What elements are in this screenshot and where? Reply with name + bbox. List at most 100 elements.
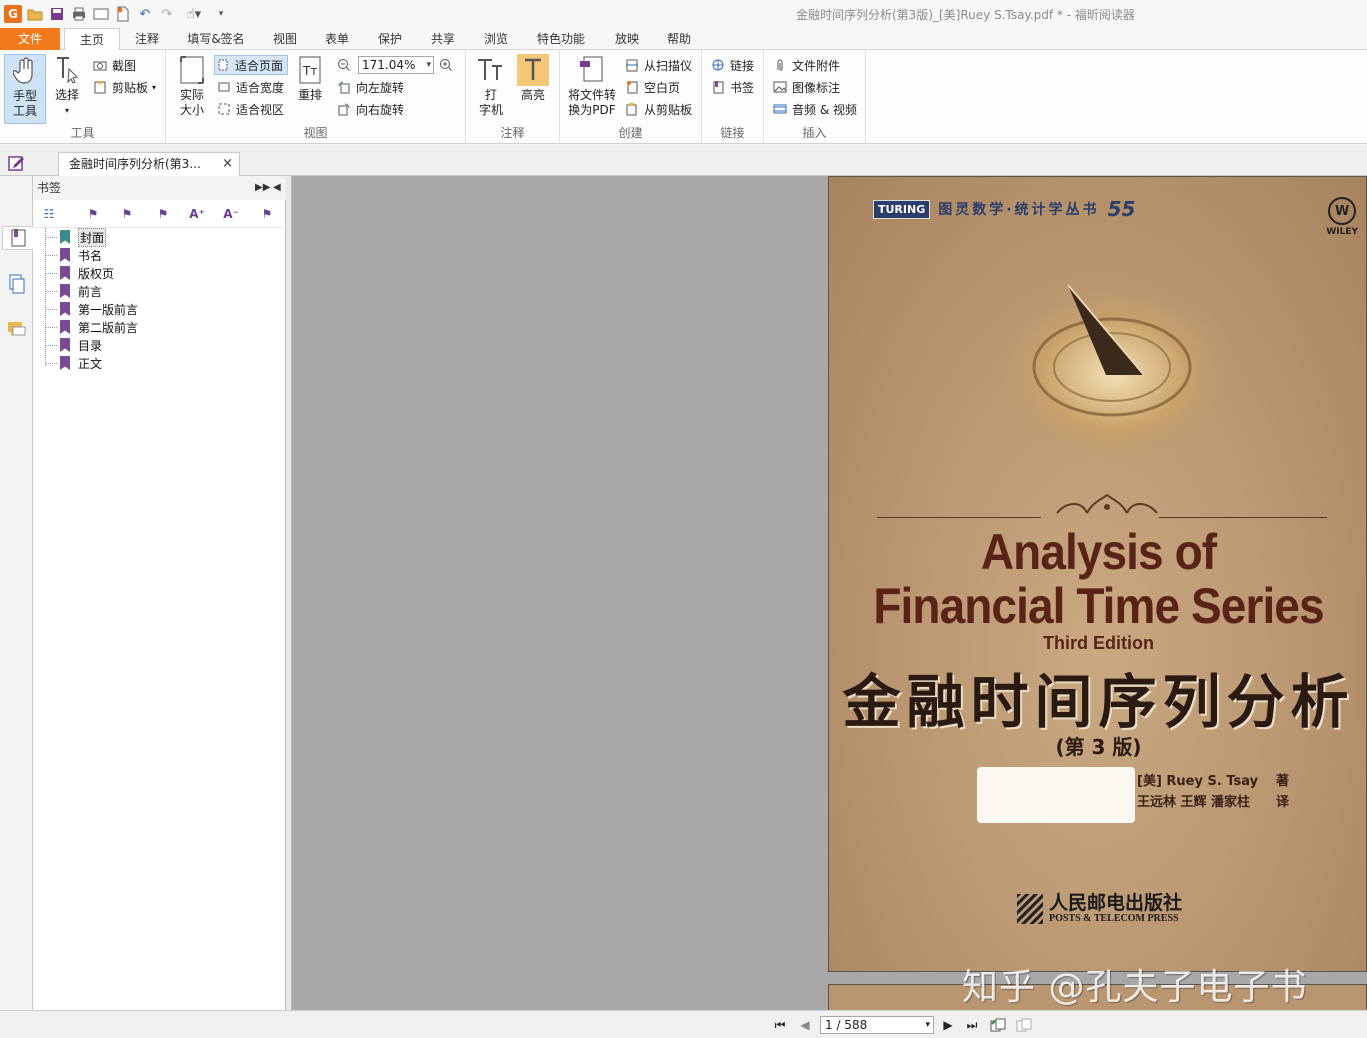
ribbon-group-create: 将文件转 换为PDF 从扫描仪 空白页 从剪贴板 创建 (560, 50, 702, 144)
previous-view-icon[interactable] (990, 1017, 1006, 1033)
redo-icon[interactable]: ↷ (158, 5, 176, 23)
bookmark-delete-icon[interactable]: ⚑ (83, 205, 103, 223)
tab-comment[interactable]: 注释 (124, 28, 170, 50)
screenshot-button[interactable]: 截图 (92, 55, 136, 75)
comments-panel-icon[interactable] (6, 318, 28, 342)
fit-page-button[interactable]: 适合页面 (214, 55, 289, 75)
undo-icon[interactable]: ↶ (136, 5, 154, 23)
highlight-label: 高亮 (520, 88, 545, 102)
screen-icon[interactable] (92, 5, 110, 23)
tab-fill-sign[interactable]: 填写&签名 (180, 28, 252, 50)
hand-tool-button[interactable]: 手型 工具 (4, 54, 46, 124)
bookmark-item[interactable]: 书名 (45, 246, 102, 264)
bookmarks-panel-icon[interactable] (2, 226, 34, 250)
zoom-in-icon (438, 57, 454, 73)
first-page-icon[interactable]: ⏮ (772, 1017, 788, 1033)
customize-toolbar-icon[interactable]: ▾ (212, 5, 230, 23)
divider-left (877, 517, 1041, 518)
font-decrease-icon[interactable]: A⁻ (221, 205, 241, 223)
document-tab-label: 金融时间序列分析(第3... (69, 157, 201, 171)
group-title-tools: 工具 (70, 126, 95, 140)
from-clipboard-button[interactable]: 从剪贴板 (624, 99, 692, 119)
bookmark-label: 前言 (78, 284, 103, 299)
bookmark-add-child-icon[interactable]: ⚑ (117, 205, 137, 223)
audio-video-button[interactable]: 音频 & 视频 (772, 99, 857, 119)
clipboard-button[interactable]: 剪贴板 ▾ (92, 77, 156, 97)
bookmark-find-icon[interactable]: ⚑ (257, 205, 277, 223)
file-attachment-label: 文件附件 (792, 58, 841, 73)
save-icon[interactable] (48, 5, 66, 23)
bookmark-item[interactable]: 正文 (45, 354, 102, 372)
bookmark-panel-header: 书签 ▶▶ ◀ (33, 176, 286, 200)
tab-share[interactable]: 共享 (420, 28, 466, 50)
bookmark-item[interactable]: 目录 (45, 336, 102, 354)
navigation-strip (0, 176, 34, 1010)
next-view-icon[interactable] (1016, 1017, 1032, 1033)
tab-home[interactable]: 主页 (64, 28, 120, 51)
fit-width-button[interactable]: 适合宽度 (216, 77, 284, 97)
bookmark-icon (60, 284, 70, 298)
hand-dropdown-icon[interactable]: ☝▾ (180, 5, 208, 23)
foxit-logo-icon[interactable]: G (4, 5, 22, 23)
pages-panel-icon[interactable] (6, 272, 28, 296)
bookmark-label: 目录 (78, 338, 103, 353)
rotate-left-icon (336, 79, 352, 95)
collapse-panel-icon[interactable]: ◀ (273, 176, 281, 200)
highlight-button[interactable]: 高亮 (516, 54, 550, 124)
close-tab-icon[interactable]: × (222, 153, 233, 175)
bookmark-icon (60, 320, 70, 334)
open-folder-icon[interactable] (26, 5, 44, 23)
actual-size-button[interactable]: 实际 大小 (174, 54, 210, 124)
zoom-in-button[interactable] (438, 55, 454, 75)
rotate-left-button[interactable]: 向左旋转 (336, 77, 404, 97)
zoom-dropdown-icon[interactable]: ▾ (426, 57, 431, 73)
tab-slideshow[interactable]: 放映 (604, 28, 650, 50)
bookmark-item[interactable]: 第一版前言 (45, 300, 138, 318)
image-annotation-button[interactable]: 图像标注 (772, 77, 840, 97)
bookmark-label: 版权页 (78, 266, 115, 281)
fit-visible-button[interactable]: 适合视区 (216, 99, 284, 119)
fit-width-icon (216, 79, 232, 95)
font-increase-icon[interactable]: A⁺ (187, 205, 207, 223)
bookmark-item[interactable]: 版权页 (45, 264, 114, 282)
tab-form[interactable]: 表单 (314, 28, 360, 50)
document-viewer[interactable]: TURING 图灵数学·统计学丛书 55 W WILEY Analysis of… (292, 176, 1367, 1010)
turing-logo: TURING (873, 199, 931, 219)
file-attachment-button[interactable]: 文件附件 (772, 55, 840, 75)
from-scanner-button[interactable]: 从扫描仪 (624, 55, 692, 75)
tab-view[interactable]: 视图 (262, 28, 308, 50)
bookmark-options-icon[interactable]: ☷ (39, 205, 59, 223)
page-number-input[interactable]: 1 / 588 ▾ (820, 1016, 934, 1034)
bookmark-item[interactable]: 前言 (45, 282, 102, 300)
zoom-out-button[interactable] (336, 55, 352, 75)
reflow-button[interactable]: Tт 重排 (294, 54, 326, 124)
page-dropdown-icon[interactable]: ▾ (925, 1017, 930, 1033)
pen-edit-icon[interactable] (8, 155, 26, 171)
blank-page-button[interactable]: 空白页 (624, 77, 680, 97)
bookmark-item[interactable]: 第二版前言 (45, 318, 138, 336)
tab-browse[interactable]: 浏览 (473, 28, 519, 50)
tab-protect[interactable]: 保护 (367, 28, 413, 50)
document-tab[interactable]: 金融时间序列分析(第3... × (58, 152, 240, 176)
actual-size-icon (176, 54, 208, 86)
expand-panel-icon[interactable]: ▶▶ (255, 176, 270, 200)
print-icon[interactable] (70, 5, 88, 23)
scanner-icon (624, 57, 640, 73)
clipboard-icon (92, 79, 108, 95)
bookmark-item[interactable]: 封面 (45, 227, 107, 247)
rotate-right-button[interactable]: 向右旋转 (336, 99, 404, 119)
tab-file[interactable]: 文件 (0, 28, 60, 50)
tab-features[interactable]: 特色功能 (530, 28, 592, 50)
last-page-icon[interactable]: ⏭ (964, 1017, 980, 1033)
typewriter-button[interactable]: 打 字机 (474, 54, 508, 124)
tab-help[interactable]: 帮助 (656, 28, 702, 50)
bookmark-goto-icon[interactable]: ⚑ (153, 205, 173, 223)
select-tool-button[interactable]: 选择 ▾ (50, 54, 84, 124)
link-button[interactable]: 链接 (710, 55, 754, 75)
new-document-icon[interactable] (114, 5, 132, 23)
next-page-icon[interactable]: ▶ (940, 1017, 956, 1033)
zoom-level-input[interactable]: 171.04% ▾ (358, 56, 434, 74)
bookmark-button[interactable]: 书签 (710, 77, 754, 97)
convert-to-pdf-button[interactable]: 将文件转 换为PDF (564, 54, 620, 124)
previous-page-icon[interactable]: ◀ (797, 1017, 813, 1033)
